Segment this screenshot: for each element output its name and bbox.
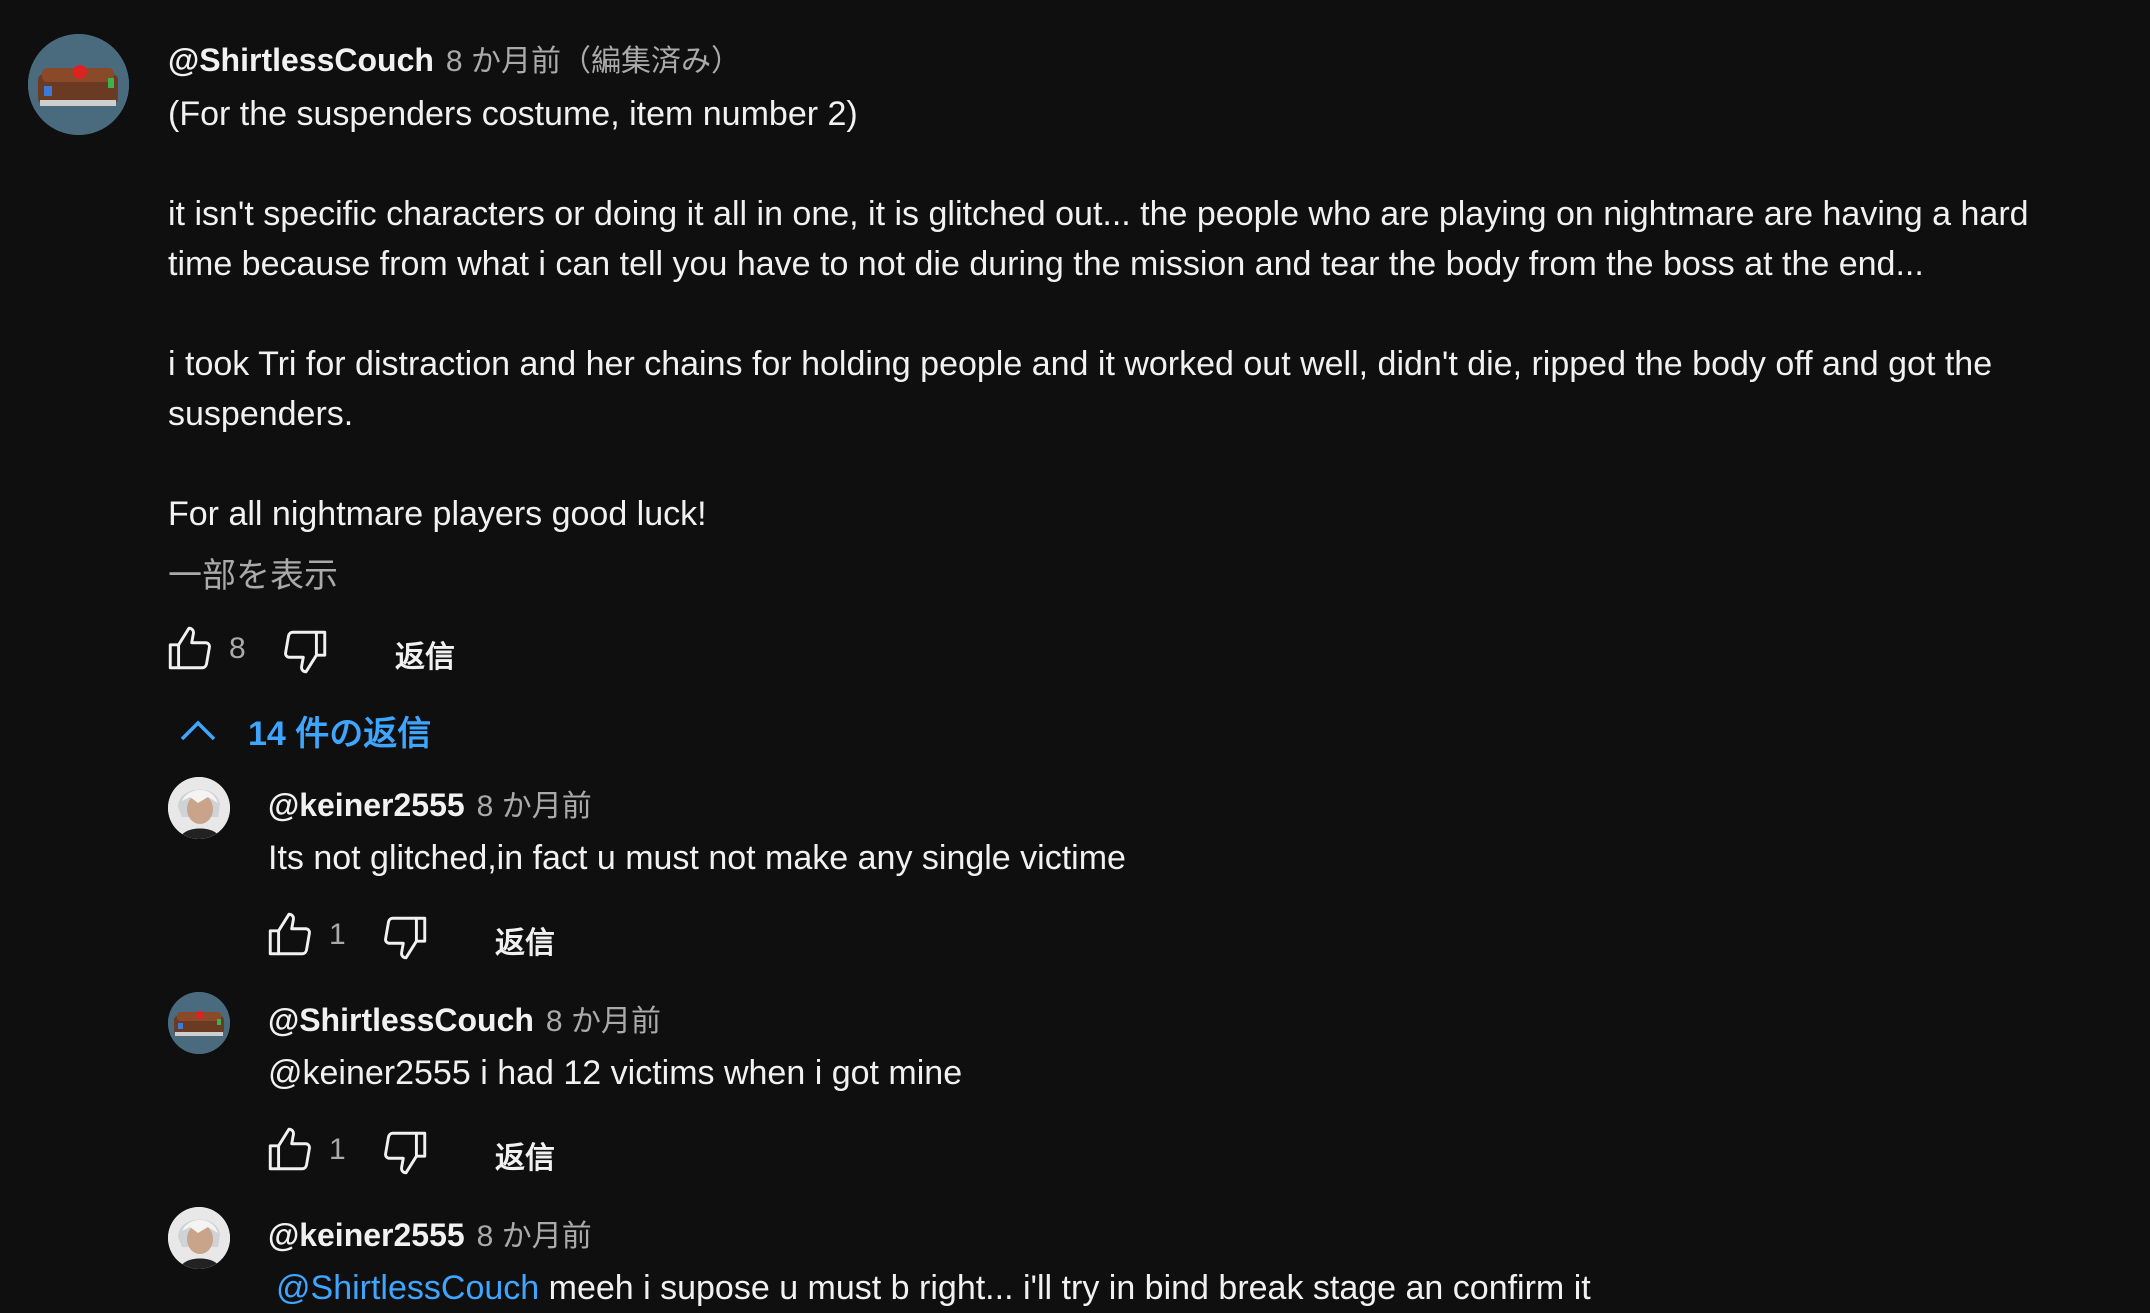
comment-text-line: For all nightmare players good luck! [168,495,707,533]
reply-button[interactable]: 返信 [495,918,555,962]
avatar[interactable] [28,34,129,135]
reply-header: @ShirtlessCouch 8 か月前 [268,996,661,1040]
like-count: 8 [229,632,246,665]
reply-author[interactable]: @keiner2555 [268,787,465,824]
thumbs-down-icon [384,916,427,960]
thumbs-down-icon [384,1131,427,1175]
like-button[interactable] [264,910,314,960]
reply-header: @keiner2555 8 か月前 [268,781,592,825]
avatar[interactable] [168,992,230,1054]
thumbs-up-icon [168,626,211,670]
reply-time[interactable]: 8 か月前 [546,996,661,1040]
mention-link[interactable]: @ShirtlessCouch [276,1269,539,1307]
show-less-link[interactable]: 一部を表示 [168,548,338,597]
comment-author[interactable]: @ShirtlessCouch [168,42,434,79]
dislike-button[interactable] [381,1127,431,1177]
replies-toggle[interactable]: 14 件の返信 [178,706,431,755]
replies-count-label: 14 件の返信 [248,715,432,753]
reply-body: i had 12 victims when i got mine [470,1054,963,1092]
comment-time[interactable]: 8 か月前（編集済み） [446,36,741,80]
dislike-button[interactable] [381,912,431,962]
reply-time[interactable]: 8 か月前 [477,1211,592,1255]
like-button[interactable] [264,1125,314,1175]
mention-text: @keiner2555 [268,1054,471,1092]
like-count: 1 [329,1133,346,1166]
like-button[interactable] [164,624,214,674]
dislike-button[interactable] [281,626,331,676]
reply-author[interactable]: @keiner2555 [268,1217,465,1254]
reply-body: meeh i supose u must b right... i'll try… [539,1269,1591,1307]
like-count: 1 [329,918,346,951]
reply-button[interactable]: 返信 [495,1133,555,1177]
avatar[interactable] [168,777,230,839]
comment-text-line: (For the suspenders costume, item number… [168,95,858,133]
thumbs-down-icon [284,630,327,674]
avatar[interactable] [168,1207,230,1269]
comment-text-line: suspenders. [168,395,354,433]
thumbs-up-icon [268,1127,311,1171]
chevron-up-icon [180,720,216,740]
reply-text: Its not glitched,in fact u must not make… [268,839,1126,877]
thumbs-up-icon [268,912,311,956]
reply-text: @keiner2555 i had 12 victims when i got … [268,1048,962,1098]
reply-author[interactable]: @ShirtlessCouch [268,1002,534,1039]
comment-text-line: it isn't specific characters or doing it… [168,195,2029,233]
reply-button[interactable]: 返信 [395,632,455,676]
reply-text: @ShirtlessCouch meeh i supose u must b r… [276,1263,1591,1313]
comment-text-line: i took Tri for distraction and her chain… [168,345,1993,383]
reply-time[interactable]: 8 か月前 [477,781,592,825]
comment-header: @ShirtlessCouch 8 か月前（編集済み） [168,36,741,80]
comment-text-line: time because from what i can tell you ha… [168,245,1924,283]
reply-header: @keiner2555 8 か月前 [268,1211,592,1255]
